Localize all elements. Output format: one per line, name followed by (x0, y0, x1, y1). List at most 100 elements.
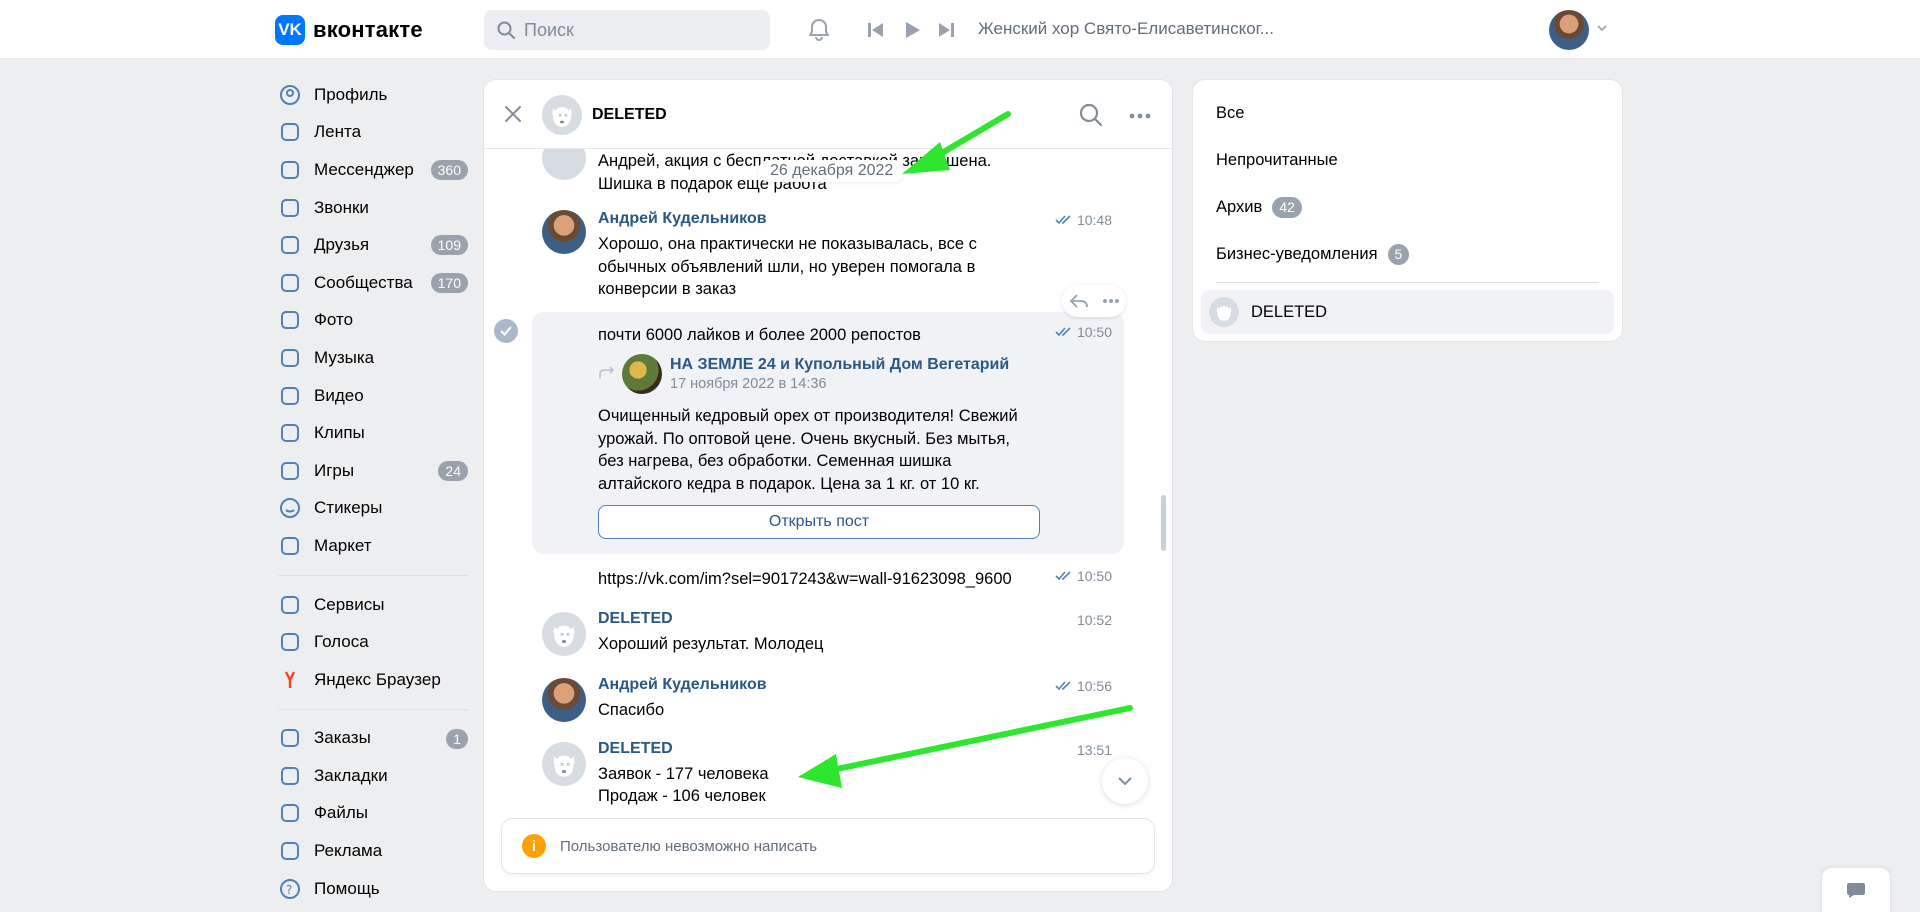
sidebar-item[interactable]: Стикеры (278, 490, 468, 528)
sidebar-item-label: Закладки (314, 765, 388, 785)
previous-track-icon[interactable] (866, 20, 886, 40)
bell-icon[interactable] (805, 16, 833, 44)
next-track-icon[interactable] (936, 20, 956, 40)
filter-all[interactable]: Все (1216, 104, 1244, 123)
sidebar-item[interactable]: Музыка (278, 339, 468, 377)
sidebar-item-label: Клипы (314, 423, 365, 443)
message-author[interactable]: Андрей Кудельников (598, 676, 767, 694)
message-author[interactable]: Андрей Кудельников (598, 210, 767, 228)
scrollbar[interactable] (1161, 495, 1166, 551)
more-icon[interactable] (1128, 112, 1152, 120)
yandex-icon (278, 668, 302, 692)
message-author[interactable]: DELETED (598, 610, 673, 628)
read-check-icon (1055, 327, 1071, 337)
sidebar-item[interactable]: Сообщества 170 (278, 264, 468, 302)
scroll-down-button[interactable] (1102, 758, 1148, 804)
sidebar-item[interactable]: Голоса (278, 623, 468, 661)
sidebar-item[interactable]: Яндекс Браузер (278, 661, 468, 699)
friends-icon (278, 233, 302, 257)
player-track-title[interactable]: Женский хор Свято-Елисаветинског... (978, 19, 1274, 39)
chat-bubble-icon (1847, 883, 1865, 898)
sidebar-item[interactable]: Лента (278, 114, 468, 152)
sidebar-item-label: Яндекс Браузер (314, 669, 441, 689)
notice-text: Пользователю невозможно написать (560, 837, 818, 855)
message-author[interactable]: DELETED (598, 740, 673, 758)
left-navigation: Профиль Лента Мессенджер 360 Звонки Друзья 109… (278, 76, 468, 907)
sidebar-item[interactable]: Сервисы (278, 586, 468, 624)
user-avatar[interactable] (1549, 10, 1589, 50)
phone-icon (278, 196, 302, 220)
message-time: 10:52 (1076, 612, 1112, 628)
divider (1216, 282, 1599, 283)
more-icon[interactable] (1102, 298, 1120, 304)
sidebar-item[interactable]: Реклама (278, 832, 468, 870)
repost-date: 17 ноября 2022 в 14:36 (670, 376, 827, 392)
vk-logo[interactable]: VK вконтакте (275, 15, 423, 45)
search-box[interactable]: Поиск (484, 10, 770, 50)
sidebar-item[interactable]: ? Помощь (278, 870, 468, 908)
deleted-avatar (1209, 297, 1239, 327)
dog-icon: × × (552, 107, 572, 127)
deleted-avatar[interactable]: × × (542, 95, 582, 135)
chat-title[interactable]: DELETED (592, 106, 667, 124)
sidebar-item[interactable]: Маркет (278, 527, 468, 565)
repost-author[interactable]: НА ЗЕМЛЕ 24 и Купольный Дом Вегетарий (670, 356, 1009, 374)
business-badge: 5 (1387, 244, 1410, 265)
sidebar-item[interactable]: Клипы (278, 414, 468, 452)
stickers-icon (278, 496, 302, 520)
sidebar-item[interactable]: Профиль (278, 76, 468, 114)
deleted-avatar[interactable]: × × (542, 742, 586, 786)
close-icon[interactable] (502, 103, 524, 125)
filter-archive[interactable]: Архив 42 (1216, 197, 1302, 218)
sidebar-item[interactable]: Звонки (278, 189, 468, 227)
market-icon (278, 534, 302, 558)
message-text: Хороший результат. Молодец (598, 635, 824, 653)
community-avatar[interactable] (622, 354, 662, 394)
user-avatar[interactable] (542, 210, 586, 254)
cannot-write-notice: i Пользователю невозможно написать (502, 819, 1154, 873)
selected-check-icon[interactable] (494, 319, 518, 343)
chat-widget-button[interactable] (1822, 868, 1890, 912)
sidebar-item[interactable]: Заказы 1 (278, 720, 468, 758)
feed-icon (278, 120, 302, 144)
vk-logo-mark: VK (275, 15, 305, 45)
sidebar-item[interactable]: Друзья 109 (278, 226, 468, 264)
filter-business[interactable]: Бизнес-уведомления 5 (1216, 244, 1410, 265)
chevron-down-icon[interactable] (1596, 22, 1608, 34)
search-icon[interactable] (1078, 102, 1104, 128)
active-chat-item[interactable]: DELETED (1201, 290, 1614, 334)
message-time: 13:51 (1076, 742, 1112, 758)
sidebar-item-label: Профиль (314, 84, 388, 104)
deleted-avatar[interactable]: × × (542, 612, 586, 656)
svg-text:× ×: × × (560, 632, 571, 638)
sidebar-item[interactable]: Закладки (278, 757, 468, 795)
ads-icon (278, 839, 302, 863)
open-post-button[interactable]: Открыть пост (598, 505, 1040, 539)
archive-badge: 42 (1272, 197, 1302, 218)
sidebar-item[interactable]: Мессенджер 360 (278, 151, 468, 189)
sidebar-item-label: Сервисы (314, 594, 385, 614)
repost-header[interactable]: НА ЗЕМЛЕ 24 и Купольный Дом Вегетарий 17… (622, 354, 1009, 394)
sidebar-item-label: Заказы (314, 728, 371, 748)
filter-unread[interactable]: Непрочитанные (1216, 151, 1338, 170)
message-text: Хорошо, она практически не показывалась,… (598, 235, 977, 298)
sidebar-item-label: Игры (314, 460, 355, 480)
sidebar-item-label: Стикеры (314, 498, 383, 518)
services-icon (278, 593, 302, 617)
play-icon[interactable] (902, 20, 922, 40)
sidebar-item[interactable]: Файлы (278, 795, 468, 833)
divider (278, 574, 468, 576)
reply-icon[interactable] (1069, 293, 1089, 309)
bookmarks-icon (278, 764, 302, 788)
sidebar-item[interactable]: Видео (278, 377, 468, 415)
sidebar-item-label: Лента (314, 122, 362, 142)
sidebar-item-label: Звонки (314, 197, 369, 217)
message-link[interactable]: https://vk.com/im?sel=9017243&w=wall-916… (598, 568, 1058, 591)
sidebar-item[interactable]: Игры 24 (278, 452, 468, 490)
music-icon (278, 346, 302, 370)
date-separator: 26 декабря 2022 (758, 160, 906, 182)
sidebar-item-label: Друзья (314, 235, 370, 255)
clips-icon (278, 421, 302, 445)
sidebar-item[interactable]: Фото (278, 302, 468, 340)
user-avatar[interactable] (542, 678, 586, 722)
